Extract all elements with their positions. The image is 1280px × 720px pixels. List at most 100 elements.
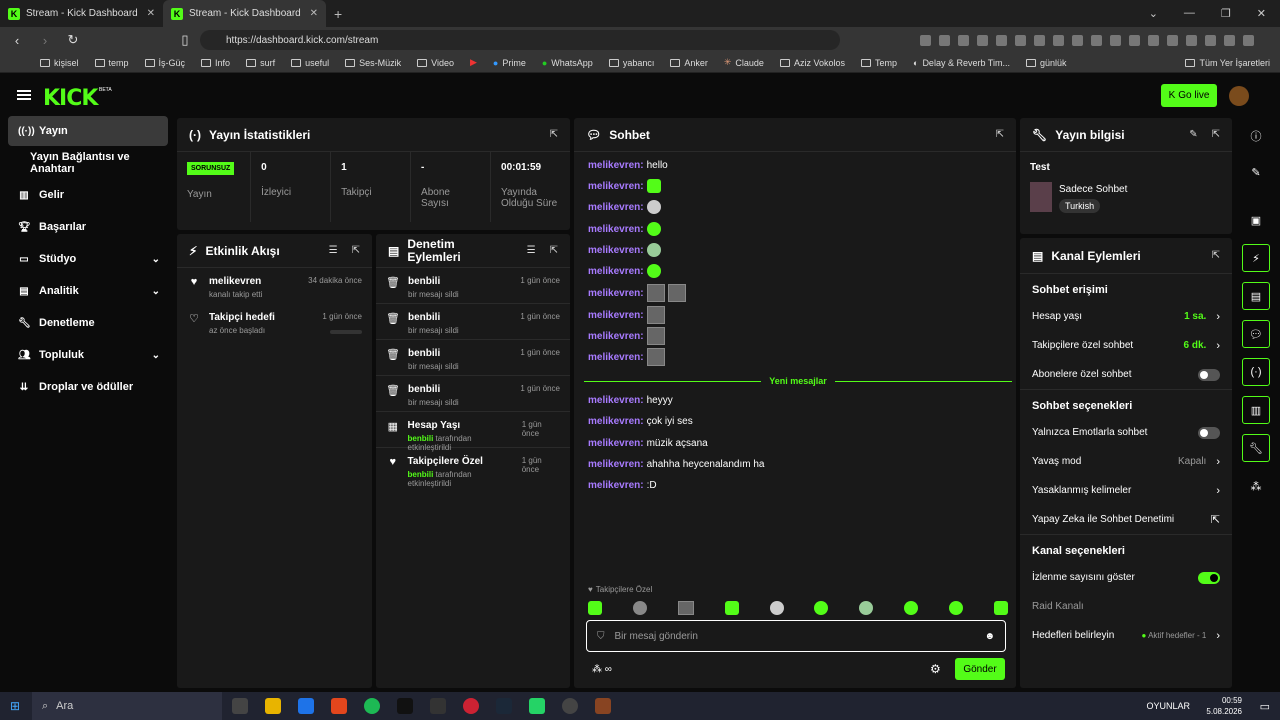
bookmark-item[interactable]: ✳ Claude: [724, 57, 764, 68]
set-goals-row[interactable]: Hedefleri belirleyin ● Aktif hedefler - 1…: [1020, 621, 1232, 650]
security-icon[interactable]: [430, 698, 446, 714]
broadcast-icon[interactable]: (·): [1242, 358, 1270, 386]
extension-icon[interactable]: [996, 34, 1007, 46]
popout-icon[interactable]: ⇱: [550, 129, 558, 140]
brave-icon[interactable]: [331, 698, 347, 714]
sidebar-item-community[interactable]: 👥︎ Topluluk ⌄: [8, 340, 168, 370]
filter-icon[interactable]: ☰: [329, 245, 338, 256]
sidebar-item-studio[interactable]: ▭ Stüdyo ⌄: [8, 244, 168, 274]
raid-channel-row[interactable]: Raid Kanalı: [1020, 592, 1232, 621]
extension-icon[interactable]: [1129, 34, 1140, 46]
ai-moderation-row[interactable]: Yapay Zeka ile Sohbet Denetimi ⇱: [1020, 505, 1232, 534]
document-icon[interactable]: ▤: [1242, 282, 1270, 310]
gear-icon[interactable]: ⚙: [930, 662, 941, 676]
app-icon[interactable]: [298, 698, 314, 714]
bookmark-item[interactable]: Ses-Müzik: [345, 58, 401, 68]
extension-icon[interactable]: [920, 34, 931, 46]
banned-words-row[interactable]: Yasaklanmış kelimeler ›: [1020, 476, 1232, 505]
popout-icon[interactable]: ⇱: [1212, 129, 1220, 140]
browser-tab[interactable]: K Stream - Kick Dashboard ✕: [0, 0, 163, 27]
typora-icon[interactable]: [397, 698, 413, 714]
emote-icon[interactable]: [724, 601, 739, 615]
popout-icon[interactable]: ⇱: [352, 245, 360, 256]
tag-badge[interactable]: Turkish: [1059, 199, 1101, 213]
back-icon[interactable]: ‹: [8, 33, 26, 48]
url-field[interactable]: https://dashboard.kick.com/stream: [200, 30, 840, 50]
bookmark-item[interactable]: günlük: [1025, 58, 1067, 68]
sidebar-item-achievements[interactable]: 🏆︎ Başarılar: [8, 212, 168, 242]
popout-icon[interactable]: ⇱: [996, 129, 1004, 140]
popout-icon[interactable]: ⇱: [550, 245, 558, 256]
extension-icon[interactable]: [939, 34, 950, 46]
close-icon[interactable]: ✕: [310, 8, 318, 19]
show-viewers-toggle[interactable]: [1198, 571, 1220, 584]
extension-icon[interactable]: [1015, 34, 1026, 46]
chat-icon[interactable]: 💬︎: [1242, 320, 1270, 348]
tab-list-icon[interactable]: ⌄: [1149, 7, 1158, 20]
emote-icon[interactable]: [949, 601, 963, 615]
task-view-icon[interactable]: [232, 698, 248, 714]
bookmark-item[interactable]: kişisel: [40, 58, 79, 68]
bookmark-item[interactable]: ● WhatsApp: [542, 58, 593, 68]
close-icon[interactable]: ✕: [147, 8, 155, 19]
emote-icon[interactable]: [993, 601, 1008, 615]
all-bookmarks[interactable]: Tüm Yer İşaretleri: [1185, 58, 1270, 68]
app-icon[interactable]: [595, 698, 611, 714]
extension-icon[interactable]: [977, 34, 988, 46]
emote-icon[interactable]: [859, 601, 874, 615]
drops-icon[interactable]: ⁂: [1242, 472, 1270, 500]
edit-icon[interactable]: ✎: [1242, 158, 1270, 186]
clock[interactable]: 00:59 5.08.2026: [1206, 695, 1242, 717]
subscribers-chat-toggle[interactable]: [1198, 368, 1220, 381]
extension-icon[interactable]: [1186, 34, 1197, 46]
extension-icon[interactable]: [958, 34, 969, 46]
bookmark-item[interactable]: surf: [246, 58, 275, 68]
bookmark-item[interactable]: ▶: [470, 57, 477, 68]
screen-icon[interactable]: ▣: [1242, 206, 1270, 234]
info-icon[interactable]: ⓘ: [1242, 122, 1270, 150]
new-tab-button[interactable]: +: [334, 6, 342, 22]
send-button[interactable]: Gönder: [955, 658, 1005, 680]
taskbar-search[interactable]: ⌕ Ara: [32, 692, 222, 720]
bookmark-icon[interactable]: ▯: [176, 32, 194, 48]
extension-icon[interactable]: [1205, 34, 1216, 46]
extension-icon[interactable]: [1167, 34, 1178, 46]
file-explorer-icon[interactable]: [265, 698, 281, 714]
edit-icon[interactable]: ✎: [1189, 129, 1197, 140]
bookmark-item[interactable]: Temp: [860, 58, 897, 68]
sidebar-item-revenue[interactable]: ▥ Gelir: [8, 180, 168, 210]
reload-icon[interactable]: ↻: [64, 32, 82, 48]
notification-icon[interactable]: ▭: [1260, 700, 1270, 713]
sidebar-item-drops[interactable]: ⇊ Droplar ve ödüller: [8, 372, 168, 402]
sidebar-item-analytics[interactable]: ▤ Analitik ⌄: [8, 276, 168, 306]
go-live-button[interactable]: K Go live: [1161, 84, 1217, 107]
sidebar-item-moderation[interactable]: 🔧︎ Denetleme: [8, 308, 168, 338]
sidebar-item-stream-key[interactable]: Yayın Bağlantısı ve Anahtarı: [8, 148, 168, 178]
sidebar-item-stream[interactable]: ((·)) Yayın: [8, 116, 168, 146]
steam-icon[interactable]: [496, 698, 512, 714]
category-name[interactable]: Sadece Sohbet: [1059, 184, 1127, 195]
bookmark-item[interactable]: yabancı: [608, 58, 654, 68]
emote-icon[interactable]: [677, 601, 694, 615]
extension-icon[interactable]: [1110, 34, 1121, 46]
wrench-icon[interactable]: 🔧︎: [1242, 434, 1270, 462]
emote-icon[interactable]: [769, 601, 784, 615]
avatar[interactable]: [1229, 86, 1249, 106]
followers-chat-row[interactable]: Takipçilere özel sohbet 6 dk. ›: [1020, 331, 1232, 360]
bookmark-item[interactable]: İş-Güç: [144, 58, 185, 68]
windows-start-icon[interactable]: ⊞: [10, 699, 20, 713]
extension-icon[interactable]: [1224, 34, 1235, 46]
minimize-icon[interactable]: —: [1184, 7, 1195, 20]
app-icon[interactable]: [562, 698, 578, 714]
extension-icon[interactable]: [1034, 34, 1045, 46]
actions-icon[interactable]: ▥: [1242, 396, 1270, 424]
emote-only-toggle[interactable]: [1198, 426, 1220, 439]
drops-icon[interactable]: ⁂ ∞: [592, 664, 612, 675]
emote-icon[interactable]: [632, 601, 647, 615]
extension-icon[interactable]: [1091, 34, 1102, 46]
menu-icon[interactable]: [17, 90, 31, 100]
extension-icon[interactable]: [1053, 34, 1064, 46]
maximize-icon[interactable]: ❐: [1221, 7, 1231, 20]
bookmark-item[interactable]: Aziz Vokolos: [779, 58, 845, 68]
bookmark-item[interactable]: Anker: [670, 58, 708, 68]
